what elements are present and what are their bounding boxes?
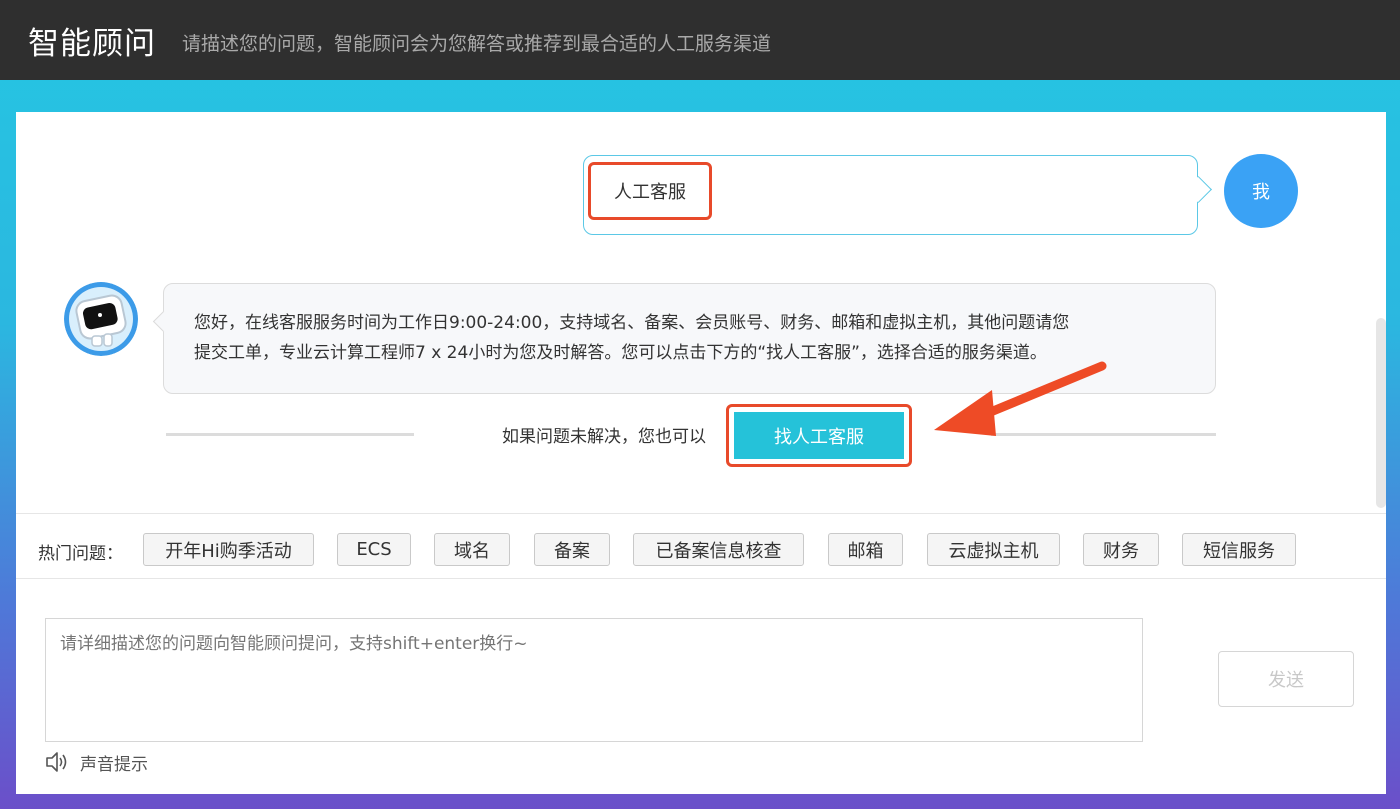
page-subtitle: 请描述您的问题，智能顾问会为您解答或推荐到最合适的人工服务渠道 [182, 32, 772, 55]
hot-question-tag[interactable]: 短信服务 [1182, 533, 1296, 566]
chat-messages[interactable]: 人工客服 我 您好，在线客服服务时间为工作日9:00-24:00，支持域名、备案… [16, 112, 1386, 513]
sound-toggle[interactable]: 声音提示 [44, 750, 148, 775]
hot-question-tag[interactable]: 域名 [434, 533, 510, 566]
hot-question-tag[interactable]: 财务 [1083, 533, 1159, 566]
speaker-icon [46, 752, 67, 772]
hot-question-tag[interactable]: 开年Hi购季活动 [143, 533, 314, 566]
user-message-bubble: 人工客服 [583, 155, 1198, 235]
hot-question-tag[interactable]: 备案 [534, 533, 610, 566]
annotation-arrow-icon [934, 361, 1107, 436]
send-button[interactable]: 发送 [1218, 651, 1354, 707]
hot-question-tag[interactable]: 已备案信息核查 [633, 533, 804, 566]
chat-panel: 人工客服 我 您好，在线客服服务时间为工作日9:00-24:00，支持域名、备案… [16, 112, 1386, 794]
hot-questions-label: 热门问题： [38, 544, 123, 564]
divider-left [166, 433, 414, 436]
hot-question-tag[interactable]: ECS [337, 533, 411, 566]
page-title: 智能顾问 [28, 25, 156, 62]
user-avatar-icon: 我 [1224, 154, 1298, 228]
question-input[interactable] [45, 618, 1143, 742]
hot-question-tag[interactable]: 云虚拟主机 [927, 533, 1060, 566]
hot-questions-bar: 热门问题： 开年Hi购季活动 ECS 域名 备案 已备案信息核查 邮箱 云虚拟主… [16, 513, 1386, 579]
bot-message-line: 您好，在线客服服务时间为工作日9:00-24:00，支持域名、备案、会员账号、财… [194, 313, 1070, 333]
header-bar: 智能顾问 请描述您的问题，智能顾问会为您解答或推荐到最合适的人工服务渠道 [0, 0, 1400, 80]
chat-scrollbar[interactable] [1376, 318, 1386, 508]
find-agent-highlight: 找人工客服 [726, 404, 912, 467]
robot-icon [64, 282, 138, 356]
find-agent-button[interactable]: 找人工客服 [734, 412, 904, 459]
unresolved-prompt: 如果问题未解决，您也可以 [502, 427, 706, 447]
user-message-text: 人工客服 [588, 162, 712, 220]
hot-question-tag[interactable]: 邮箱 [828, 533, 903, 566]
sound-label: 声音提示 [80, 754, 148, 775]
